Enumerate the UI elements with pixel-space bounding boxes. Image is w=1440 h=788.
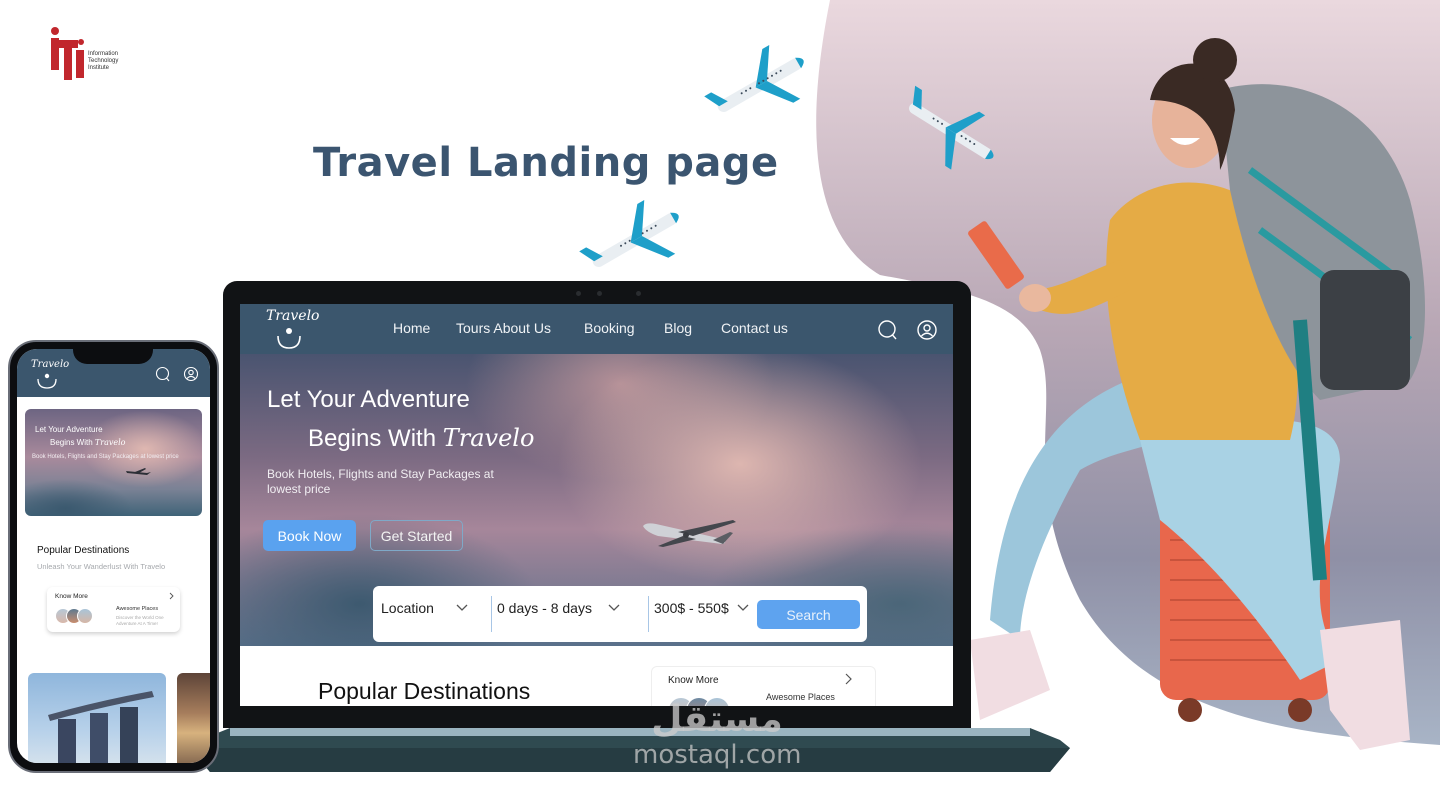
traveler-photo (968, 38, 1425, 750)
phone-screen: Travelo Let Your Adventure Begins With T… (17, 349, 210, 763)
laptop-base (190, 728, 1070, 772)
get-started-button[interactable]: Get Started (370, 520, 463, 551)
phone-hero-brand: Travelo (94, 438, 126, 447)
airliner-image (126, 468, 151, 475)
price-select[interactable]: 300$ - 550$ (654, 600, 749, 616)
smile-logo-icon (37, 373, 57, 389)
chevron-down-icon (737, 604, 749, 611)
user-icon[interactable] (916, 319, 938, 341)
price-value: 300$ - 550$ (654, 600, 729, 616)
hero-heading-line-2: Begins With Travelo (308, 424, 534, 453)
site-navbar: Travelo Home Tours About Us Booking Blog… (240, 304, 953, 354)
search-icon[interactable] (877, 319, 899, 341)
know-more-title: Know More (668, 675, 719, 686)
hero-heading-prefix: Begins With (308, 425, 437, 452)
search-divider (491, 596, 492, 632)
hero-heading-line-1: Let Your Adventure (267, 386, 470, 413)
phone-hero-line-2: Begins With Travelo (50, 438, 125, 447)
iti-line-3: Institute (88, 65, 110, 71)
search-bar: Location 0 days - 8 days 300$ - 550$ Sea… (373, 586, 867, 642)
book-now-button[interactable]: Book Now (263, 520, 356, 551)
hero-heading-brand: Travelo (442, 424, 535, 452)
destination-card-resort[interactable] (177, 673, 210, 763)
smile-logo-icon (277, 328, 301, 349)
phone-brand-name[interactable]: Travelo (31, 359, 69, 370)
hero-subtitle: Book Hotels, Flights and Stay Packages a… (267, 467, 494, 496)
location-value: Location (381, 600, 434, 616)
chevron-right-icon[interactable] (845, 673, 853, 685)
nav-booking[interactable]: Booking (584, 320, 635, 336)
mostaql-watermark-logo: مستقل (651, 699, 783, 739)
duration-select[interactable]: 0 days - 8 days (497, 600, 620, 616)
watermark-arabic: مستقل (651, 699, 783, 739)
destination-card-marina-bay[interactable] (28, 673, 166, 763)
brand-name: Travelo (266, 308, 320, 324)
laptop-sensor (576, 291, 581, 296)
hotel-building-image (48, 691, 154, 763)
laptop-sensor (636, 291, 641, 296)
phone-hero-prefix: Begins With (50, 438, 93, 447)
laptop-screen: Travelo Home Tours About Us Booking Blog… (240, 304, 953, 706)
laptop-camera (597, 291, 602, 296)
nav-home[interactable]: Home (393, 320, 430, 336)
airplane-icon (704, 45, 804, 112)
page-headline: Travel Landing page (313, 140, 779, 186)
hero-section: Let Your Adventure Begins With Travelo B… (240, 354, 953, 646)
search-button[interactable]: Search (757, 600, 860, 629)
phone-notch (73, 342, 153, 364)
nav-tours-about-us[interactable]: Tours About Us (456, 320, 551, 336)
phone-know-more-description: Discover the World One Adventure At A Ti… (116, 615, 164, 626)
duration-value: 0 days - 8 days (497, 600, 592, 616)
phone-know-more-card[interactable]: Know More Awesome Places Discover the Wo… (47, 587, 180, 632)
popular-destinations-title: Popular Destinations (318, 678, 531, 704)
phone-hero-card: Let Your Adventure Begins With Travelo B… (25, 409, 202, 516)
phone-hero-line-1: Let Your Adventure (35, 425, 103, 434)
iti-mark-icon (51, 27, 84, 80)
chevron-down-icon (608, 604, 620, 611)
chevron-right-icon[interactable] (169, 592, 174, 600)
location-select[interactable]: Location (381, 600, 468, 616)
iti-logo: Information Technology Institute (48, 26, 138, 82)
phone-popular-subtitle: Unleash Your Wanderlust With Travelo (37, 562, 166, 571)
phone-know-more-title: Know More (55, 593, 88, 600)
iti-logo-text: Information Technology Institute (88, 51, 118, 72)
watermark-text: mostaql.com (633, 740, 802, 770)
nav-contact-us[interactable]: Contact us (721, 320, 788, 336)
search-divider (648, 596, 649, 632)
brand-logo[interactable]: Travelo (266, 308, 320, 349)
search-icon[interactable] (155, 366, 171, 382)
airplane-icon (579, 200, 679, 267)
iti-line-1: Information (88, 51, 119, 57)
destination-thumbnail (77, 608, 93, 624)
iti-line-2: Technology (88, 58, 119, 64)
airliner-image (643, 520, 736, 547)
phone-know-more-subtitle: Awesome Places (116, 606, 159, 612)
phone-popular-title: Popular Destinations (37, 545, 130, 556)
chevron-down-icon (456, 604, 468, 611)
user-icon[interactable] (183, 366, 199, 382)
phone-hero-subtitle: Book Hotels, Flights and Stay Packages a… (32, 454, 179, 460)
nav-blog[interactable]: Blog (664, 320, 692, 336)
